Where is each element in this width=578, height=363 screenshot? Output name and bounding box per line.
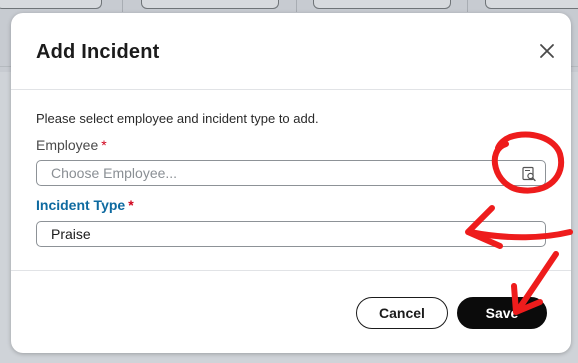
save-button[interactable]: Save <box>457 297 547 329</box>
incident-type-value: Praise <box>51 226 91 242</box>
footer-divider <box>11 270 571 271</box>
incident-type-label-text: Incident Type <box>36 197 126 213</box>
employee-placeholder: Choose Employee... <box>51 165 178 181</box>
header-divider <box>11 89 571 90</box>
add-incident-dialog: Add Incident Please select employee and … <box>11 13 571 353</box>
background-divider <box>296 0 297 12</box>
close-button[interactable] <box>535 39 559 63</box>
background-control <box>485 0 578 9</box>
background-divider <box>122 0 123 12</box>
background-control <box>313 0 451 9</box>
cancel-button[interactable]: Cancel <box>356 297 448 329</box>
incident-type-select[interactable]: Praise <box>36 221 546 247</box>
required-marker: * <box>101 137 107 153</box>
employee-label: Employee * <box>36 137 107 153</box>
employee-field[interactable]: Choose Employee... <box>36 160 546 186</box>
instructions-text: Please select employee and incident type… <box>36 111 319 126</box>
employee-label-text: Employee <box>36 137 99 153</box>
required-marker: * <box>128 197 134 213</box>
background-divider <box>467 0 468 12</box>
background-control <box>0 0 102 9</box>
dialog-title: Add Incident <box>36 41 160 63</box>
incident-type-label: Incident Type * <box>36 197 134 213</box>
lookup-search-icon[interactable] <box>521 165 537 182</box>
background-control <box>141 0 279 9</box>
close-icon <box>540 44 554 58</box>
